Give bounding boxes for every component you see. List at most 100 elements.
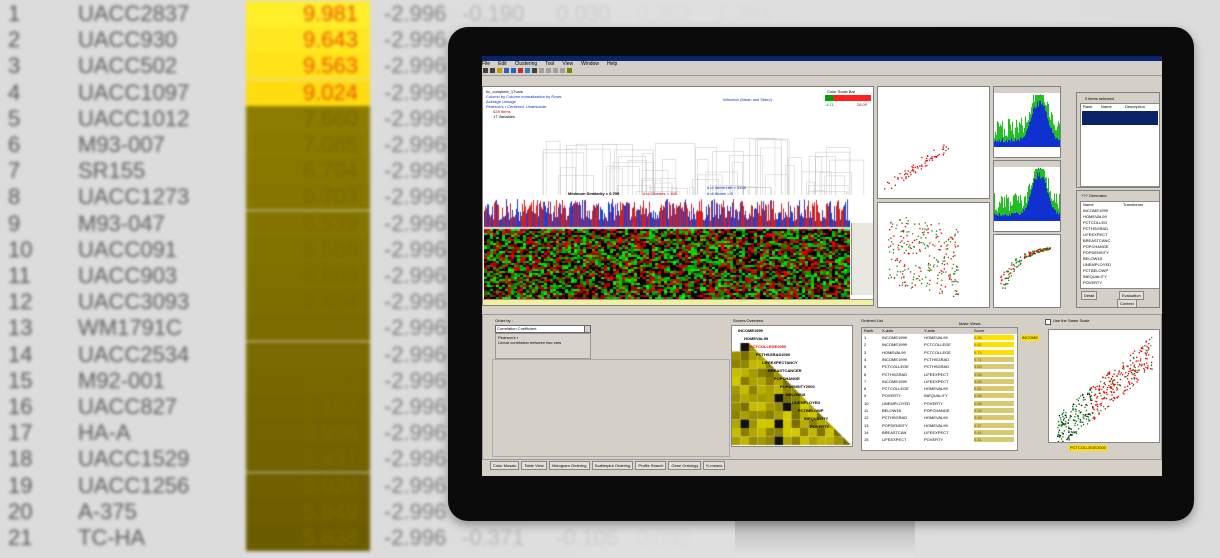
generator-list-item[interactable]: POPDENSITY <box>1083 250 1109 255</box>
scatter-small-bottom[interactable] <box>877 202 990 308</box>
ordered-list-col-header[interactable]: X-axis <box>882 328 893 333</box>
generator-list[interactable]: Name Transforms INCOME1999 HOMEVAL99 PCTCO… <box>1080 201 1159 289</box>
ordered-list-cell: 0.63 <box>974 378 1014 384</box>
generator-list-item[interactable]: PCTCOLLEG <box>1083 220 1107 225</box>
background-cell-score: 6.539 <box>246 210 370 237</box>
toolbar-tool-icon[interactable] <box>490 68 495 73</box>
toolbar-tool-icon[interactable] <box>525 68 530 73</box>
background-cell-name: UACC1529 <box>78 446 190 472</box>
order-by-value: Correlation Coefficient <box>497 326 537 331</box>
detail-button[interactable]: Detail <box>1081 291 1098 300</box>
toolbar-tool-icon[interactable] <box>546 68 551 73</box>
ordered-list-row[interactable]: 10 UNEMPLOYED POVERTY 0.55 <box>862 400 1017 408</box>
order-by-spacer <box>492 359 730 457</box>
score-variable-label: POVERTY <box>810 424 830 429</box>
ordered-list-cell: 0.52 <box>974 408 1014 413</box>
heatmap[interactable] <box>484 199 850 299</box>
generator-list-item[interactable]: LIFEEXPECT <box>1083 232 1107 237</box>
ordered-list-cell: INCOME1999 <box>882 378 907 384</box>
generator-list-item[interactable]: PCTBELOWP <box>1083 268 1108 273</box>
scores-overview-matrix[interactable]: INCOME1999 HOMEVAL99 PCTCOLLEGE2000 PCTHSGR… <box>731 325 853 447</box>
background-cell-name: M93-047 <box>78 210 165 236</box>
toolbar-tool-icon[interactable] <box>553 68 558 73</box>
clusters-count: # of Clusters = 106 <box>643 191 677 196</box>
ordered-list-col-header[interactable]: Score <box>974 328 984 333</box>
ordered-list-col-header[interactable]: Rank <box>864 328 873 333</box>
generator-list-item[interactable]: INEQUALITY <box>1083 274 1107 279</box>
toolbar-tool-icon[interactable] <box>511 68 516 73</box>
toolbar-tool-icon[interactable] <box>497 68 502 73</box>
ordered-list-row[interactable]: 8 PCTCOLLEGE HOMEVAL99 0.61 <box>862 386 1017 393</box>
generator-list-item[interactable]: POVERTY <box>1083 280 1102 285</box>
toolbar-tool-icon[interactable] <box>483 68 488 73</box>
histogram-2[interactable] <box>993 160 1061 232</box>
tab-profile-search[interactable]: Profile Search <box>635 461 667 470</box>
ordered-list-cell: 0.86 <box>974 335 1014 340</box>
score-variable-label: POPDENSITY2000 <box>780 384 815 389</box>
toolbar-tool-icon[interactable] <box>532 68 537 73</box>
ordered-list-cell: UNEMPLOYED <box>882 400 911 406</box>
ordered-list-row[interactable]: 13 POPDENSITY HOMEVAL99 0.47 <box>862 422 1017 430</box>
color-scale-bar[interactable] <box>825 95 871 101</box>
generator-list-item[interactable]: POPCHANGE <box>1083 244 1109 249</box>
xaxis-chip[interactable]: PCTCOLLEGE2000 <box>1069 445 1107 451</box>
ordered-list-row[interactable]: 1 INCOME1999 HOMEVAL99 0.86 <box>862 335 1017 342</box>
order-by-select[interactable]: Correlation Coefficient <box>495 325 591 333</box>
tab-table-view[interactable]: Table View <box>521 461 547 470</box>
background-cell-num: 12 <box>8 289 33 315</box>
items-selected-list[interactable]: Rank Name Description <box>1080 103 1159 187</box>
heatmap-side-labels <box>851 223 873 295</box>
ordered-list-row[interactable]: 3 HOMEVAL99 PCTCOLLEGE 0.79 <box>862 349 1017 357</box>
ordered-list-cell: 8 <box>864 386 867 392</box>
ordered-list-table[interactable]: Rank X-axis Y-axis Score 1 INCOME1999 HOMEVAL9… <box>861 327 1018 451</box>
generator-list-item[interactable]: UNEMPLOYED <box>1083 262 1111 267</box>
make-views-button[interactable]: Make Views <box>959 321 981 326</box>
ordered-list-row[interactable]: 7 INCOME1999 LIFEEXPECT 0.63 <box>862 378 1017 386</box>
background-cell-num: 4 <box>8 79 21 105</box>
generator-list-item[interactable]: PCTHSGRAD <box>1083 226 1108 231</box>
generator-col-transforms: Transforms <box>1123 202 1144 207</box>
ordered-list-row[interactable]: 2 INCOME1999 PCTCOLLEGE 0.82 <box>862 342 1017 349</box>
tab-color-mosaic[interactable]: Color Mosaic <box>490 461 520 470</box>
generator-list-item[interactable]: BREASTCANC <box>1083 238 1110 243</box>
items-selected-highlight[interactable] <box>1082 111 1158 125</box>
ordered-list-row[interactable]: 5 PCTCOLLEGE PCTHSGRAD 0.69 <box>862 364 1017 371</box>
background-cell-score: 9.981 <box>246 1 370 27</box>
tab-k-means[interactable]: K-means <box>703 461 726 470</box>
scatter-small-top[interactable] <box>877 86 990 199</box>
scatter-big[interactable] <box>1048 329 1160 443</box>
ordered-list-row[interactable]: 9 POVERTY INEQUALITY 0.58 <box>862 393 1017 400</box>
ordered-list-col-header[interactable]: Y-axis <box>924 328 935 333</box>
use-same-scale-checkbox[interactable] <box>1045 319 1051 325</box>
context-button[interactable]: Context <box>1117 299 1137 307</box>
tab-scatterplot-ordering[interactable]: Scatterplot Ordering <box>591 461 634 470</box>
ordered-list-row[interactable]: 6 PCTHSGRAD LIFEEXPECT 0.66 <box>862 371 1017 379</box>
generator-panel: ??? Generator Name Transforms INCOME1999… <box>1076 190 1160 308</box>
background-cell-score: 5.926 <box>246 472 370 499</box>
tab-gene-ontology[interactable]: Gene Ontology <box>668 461 702 470</box>
ordered-list-row[interactable]: 4 INCOME1999 PCTHSGRAD 0.71 <box>862 356 1017 364</box>
generator-list-item[interactable]: HOMEVAL99 <box>1083 214 1107 219</box>
histogram-1[interactable] <box>993 86 1061 158</box>
background-cell-num: 10 <box>8 236 33 262</box>
scatter-small-right[interactable] <box>993 234 1061 308</box>
toolbar-tool-icon[interactable] <box>539 68 544 73</box>
tab-histogram-ordering[interactable]: Histogram Ordering <box>548 461 590 470</box>
toolbar-tool-icon[interactable] <box>567 68 572 73</box>
chevron-down-icon[interactable] <box>584 326 590 332</box>
ordered-list-cell: 13 <box>864 422 869 428</box>
generator-list-item[interactable]: BELOW18 <box>1083 256 1102 261</box>
score-variable-label: HOMEVAL99 <box>744 336 769 341</box>
heatmap-scrollbar[interactable] <box>483 299 873 305</box>
ordered-list-cell: 0.69 <box>974 364 1014 370</box>
ordered-list-row[interactable]: 14 BREASTCAN LIFEEXPECT 0.44 <box>862 429 1017 437</box>
ordered-list-row[interactable]: 15 LIFEEXPECT POVERTY 0.41 <box>862 437 1017 444</box>
toolbar-tool-icon[interactable] <box>504 68 509 73</box>
ordered-list-row[interactable]: 12 PCTHSGRAD HOMEVAL99 0.49 <box>862 415 1017 422</box>
generator-list-item[interactable]: INCOME1999 <box>1083 208 1108 213</box>
yaxis-chip[interactable]: INCOME <box>1021 335 1039 341</box>
toolbar-tool-icon[interactable] <box>518 68 523 73</box>
toolbar-tool-icon[interactable] <box>560 68 565 73</box>
ordered-list-cell: 4 <box>864 356 867 362</box>
ordered-list-row[interactable]: 11 BELOW18 POPCHANGE 0.52 <box>862 408 1017 415</box>
